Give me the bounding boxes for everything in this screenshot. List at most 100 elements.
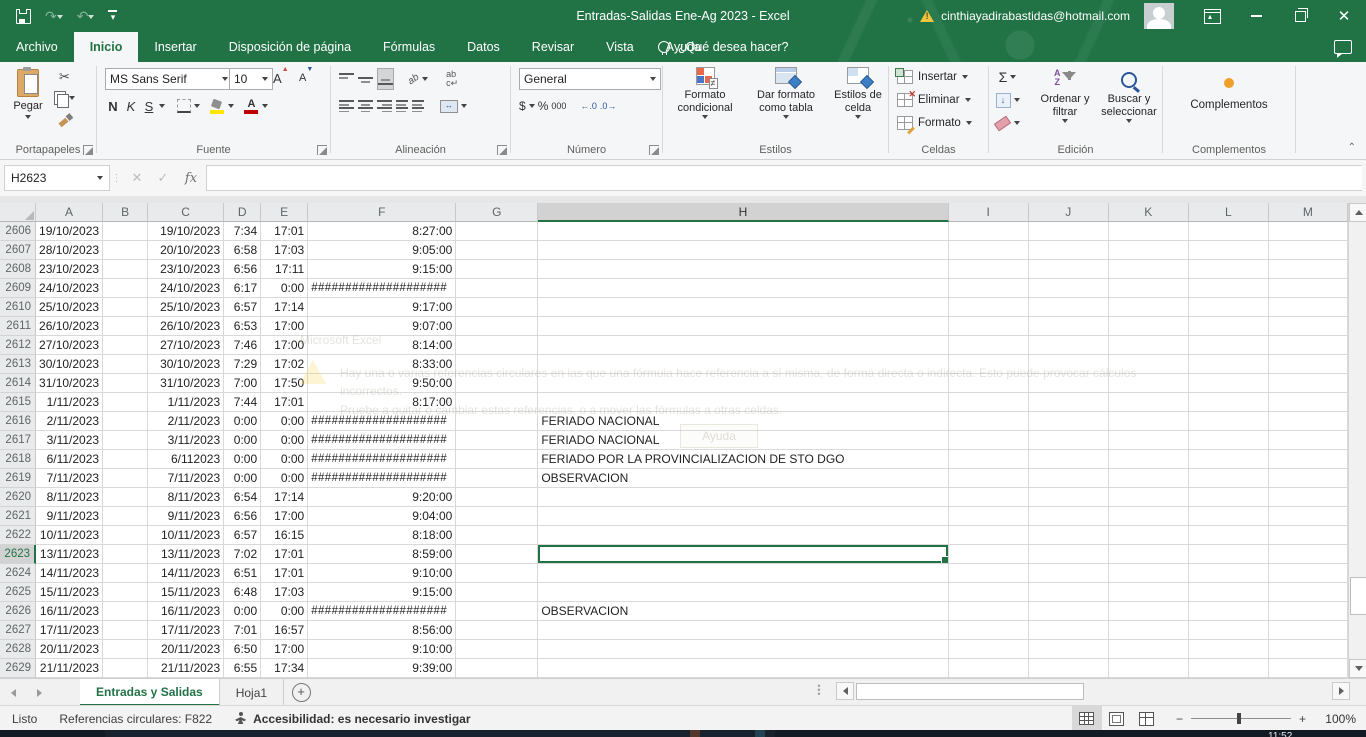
cell-L2629[interactable] [1189, 659, 1269, 678]
cell-F2618[interactable]: #################### [308, 450, 456, 469]
cell-D2610[interactable]: 6:57 [224, 298, 261, 317]
cell-E2619[interactable]: 0:00 [261, 469, 308, 488]
cell-L2625[interactable] [1189, 583, 1269, 602]
cell-K2628[interactable] [1109, 640, 1189, 659]
cell-A2609[interactable]: 24/10/2023 [36, 279, 103, 298]
align-middle-button[interactable] [358, 69, 373, 89]
cell-A2607[interactable]: 28/10/2023 [36, 241, 103, 260]
cell-H2613[interactable] [538, 355, 948, 374]
fill-handle[interactable] [941, 556, 949, 564]
row-header-2620[interactable]: 2620 [0, 488, 36, 507]
cell-J2610[interactable] [1029, 298, 1109, 317]
cell-F2607[interactable]: 9:05:00 [308, 241, 456, 260]
cell-E2610[interactable]: 17:14 [261, 298, 308, 317]
cell-L2616[interactable] [1189, 412, 1269, 431]
cell-C2625[interactable]: 15/11/2023 [148, 583, 224, 602]
cell-J2614[interactable] [1029, 374, 1109, 393]
cell-L2617[interactable] [1189, 431, 1269, 450]
cell-C2616[interactable]: 2/11/2023 [148, 412, 224, 431]
cell-F2609[interactable]: #################### [308, 279, 456, 298]
cell-A2617[interactable]: 3/11/2023 [36, 431, 103, 450]
enter-icon[interactable]: ✓ [150, 170, 176, 186]
cell-A2606[interactable]: 19/10/2023 [36, 222, 103, 241]
row-header-2613[interactable]: 2613 [0, 355, 36, 374]
cell-K2614[interactable] [1109, 374, 1189, 393]
cell-F2606[interactable]: 8:27:00 [308, 222, 456, 241]
cell-A2610[interactable]: 25/10/2023 [36, 298, 103, 317]
cell-A2614[interactable]: 31/10/2023 [36, 374, 103, 393]
cell-K2610[interactable] [1109, 298, 1189, 317]
cell-C2627[interactable]: 17/11/2023 [148, 621, 224, 640]
cell-I2611[interactable] [949, 317, 1029, 336]
vertical-scrollbar[interactable] [1348, 203, 1366, 678]
normal-view-button[interactable] [1072, 706, 1102, 731]
cell-B2608[interactable] [103, 260, 148, 279]
cell-G2628[interactable] [456, 640, 538, 659]
underline-button[interactable]: S [141, 96, 157, 116]
cell-L2613[interactable] [1189, 355, 1269, 374]
cell-F2612[interactable]: 8:14:00 [308, 336, 456, 355]
cell-M2607[interactable] [1269, 241, 1348, 260]
cell-L2611[interactable] [1189, 317, 1269, 336]
cell-B2620[interactable] [103, 488, 148, 507]
cell-A2628[interactable]: 20/11/2023 [36, 640, 103, 659]
italic-button[interactable]: K [123, 96, 139, 116]
cell-G2615[interactable] [456, 393, 538, 412]
cell-G2611[interactable] [456, 317, 538, 336]
cell-C2619[interactable]: 7/11/2023 [148, 469, 224, 488]
cell-E2611[interactable]: 17:00 [261, 317, 308, 336]
cell-D2611[interactable]: 6:53 [224, 317, 261, 336]
scroll-up-button[interactable] [1349, 203, 1366, 222]
cell-E2607[interactable]: 17:03 [261, 241, 308, 260]
tab-archivo[interactable]: Archivo [0, 32, 74, 62]
cell-E2606[interactable]: 17:01 [261, 222, 308, 241]
row-header-2626[interactable]: 2626 [0, 602, 36, 621]
horizontal-scroll-thumb[interactable] [856, 683, 1084, 700]
cell-C2607[interactable]: 20/10/2023 [148, 241, 224, 260]
bold-button[interactable]: N [105, 96, 121, 116]
cell-F2614[interactable]: 9:50:00 [308, 374, 456, 393]
cell-H2627[interactable] [538, 621, 948, 640]
cell-B2629[interactable] [103, 659, 148, 678]
cell-K2619[interactable] [1109, 469, 1189, 488]
formula-input[interactable] [206, 165, 1362, 191]
row-header-2614[interactable]: 2614 [0, 374, 36, 393]
cell-L2621[interactable] [1189, 507, 1269, 526]
clear-button[interactable] [995, 113, 1020, 133]
cell-H2607[interactable] [538, 241, 948, 260]
cell-J2619[interactable] [1029, 469, 1109, 488]
cell-J2623[interactable] [1029, 545, 1109, 564]
decrease-indent-button[interactable] [396, 96, 408, 116]
cell-G2609[interactable] [456, 279, 538, 298]
cell-H2617[interactable]: FERIADO NACIONAL [538, 431, 948, 450]
sheet-nav-right-icon[interactable] [26, 679, 52, 706]
cell-C2615[interactable]: 1/11/2023 [148, 393, 224, 412]
cell-B2621[interactable] [103, 507, 148, 526]
cell-C2617[interactable]: 3/11/2023 [148, 431, 224, 450]
scroll-down-button[interactable] [1349, 659, 1366, 678]
cell-G2619[interactable] [456, 469, 538, 488]
cell-D2623[interactable]: 7:02 [224, 545, 261, 564]
cell-C2618[interactable]: 6/112023 [148, 450, 224, 469]
cell-L2627[interactable] [1189, 621, 1269, 640]
cell-A2612[interactable]: 27/10/2023 [36, 336, 103, 355]
cell-H2619[interactable]: OBSERVACION [538, 469, 948, 488]
cell-G2606[interactable] [456, 222, 538, 241]
customize-qat-icon[interactable]: ▾ [108, 10, 117, 22]
cell-M2617[interactable] [1269, 431, 1348, 450]
cell-L2628[interactable] [1189, 640, 1269, 659]
column-header-B[interactable]: B [103, 203, 148, 222]
cell-F2621[interactable]: 9:04:00 [308, 507, 456, 526]
cell-G2612[interactable] [456, 336, 538, 355]
cell-M2628[interactable] [1269, 640, 1348, 659]
cell-D2620[interactable]: 6:54 [224, 488, 261, 507]
namebox-splitter[interactable]: ⋮ [110, 173, 124, 184]
sheet-nav-left-icon[interactable] [0, 679, 26, 706]
cell-B2607[interactable] [103, 241, 148, 260]
cell-A2615[interactable]: 1/11/2023 [36, 393, 103, 412]
column-header-F[interactable]: F [308, 203, 456, 222]
cell-J2609[interactable] [1029, 279, 1109, 298]
cell-E2609[interactable]: 0:00 [261, 279, 308, 298]
cell-E2623[interactable]: 17:01 [261, 545, 308, 564]
insert-cells-button[interactable]: Insertar [891, 67, 972, 87]
